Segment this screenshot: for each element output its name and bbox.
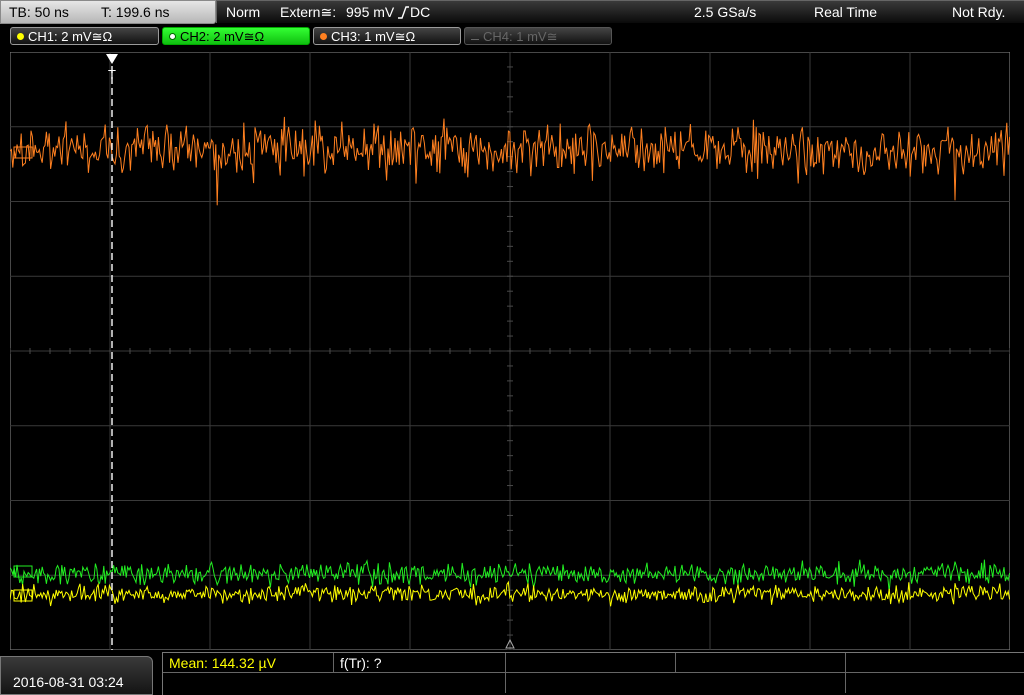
trigger-status-panel[interactable]: Norm Extern≅: 995 mV DC 2.5 GSa/s Real T… [216, 0, 1024, 23]
trigger-marker-label: T [108, 67, 116, 82]
measurement-cell-freq[interactable]: f(Tr): ? [334, 653, 506, 673]
sample-rate: 2.5 GSa/s [694, 4, 757, 20]
ch3-indicator-icon [320, 33, 327, 40]
measurement-cell-3[interactable] [506, 653, 676, 673]
measurement-mean: Mean: 144.32 µV [169, 655, 276, 671]
trigger-level: 995 mV [346, 4, 395, 20]
channel-tab-ch4[interactable]: CH4: 1 mV≅ [464, 27, 612, 45]
ch3-label: CH3: 1 mV≅Ω [331, 29, 416, 44]
ch4-label: CH4: 1 mV≅ [483, 29, 558, 44]
ch2-indicator-icon [169, 33, 176, 40]
trigger-source: Extern≅: [280, 4, 337, 20]
ch2-label: CH2: 2 mV≅Ω [180, 29, 265, 44]
measurement-cell-mean[interactable]: Mean: 144.32 µV [163, 653, 334, 673]
timebase-panel[interactable]: TB: 50 ns T: 199.6 ns [0, 0, 216, 24]
measurement-cell-8[interactable] [846, 673, 1024, 693]
measurement-cell-5[interactable] [846, 653, 1024, 673]
acquisition-mode: Real Time [814, 4, 878, 20]
measurement-cell-4[interactable] [676, 653, 846, 673]
trigger-mode: Norm [226, 4, 261, 20]
measurement-panel[interactable]: Mean: 144.32 µV f(Tr): ? [162, 652, 1024, 695]
datetime-panel: 2016-08-31 03:24 [0, 656, 153, 695]
ch1-label: CH1: 2 mV≅Ω [28, 29, 113, 44]
trigger-coupling: DC [410, 4, 431, 20]
top-status-bar: TB: 50 ns T: 199.6 ns Norm Extern≅: 995 … [0, 0, 1024, 24]
measurement-cell-6[interactable] [163, 673, 506, 693]
trigger-delay: T: 199.6 ns [101, 4, 170, 20]
measurement-freq: f(Tr): ? [340, 655, 382, 671]
channel-tab-ch2[interactable]: CH2: 2 mV≅Ω [162, 27, 310, 45]
rising-edge-icon [398, 6, 409, 19]
channel-tab-ch1[interactable]: CH1: 2 mV≅Ω [10, 27, 159, 45]
ch1-indicator-icon [17, 33, 24, 40]
ch4-indicator-icon [471, 39, 479, 40]
acquisition-state: Not Rdy. [952, 4, 1006, 20]
datetime: 2016-08-31 03:24 [13, 674, 124, 690]
waveform-display[interactable]: T [10, 52, 1010, 650]
measurement-cell-7[interactable] [506, 673, 846, 693]
channel-tab-ch3[interactable]: CH3: 1 mV≅Ω [313, 27, 461, 45]
timebase-scale: TB: 50 ns [9, 4, 69, 20]
